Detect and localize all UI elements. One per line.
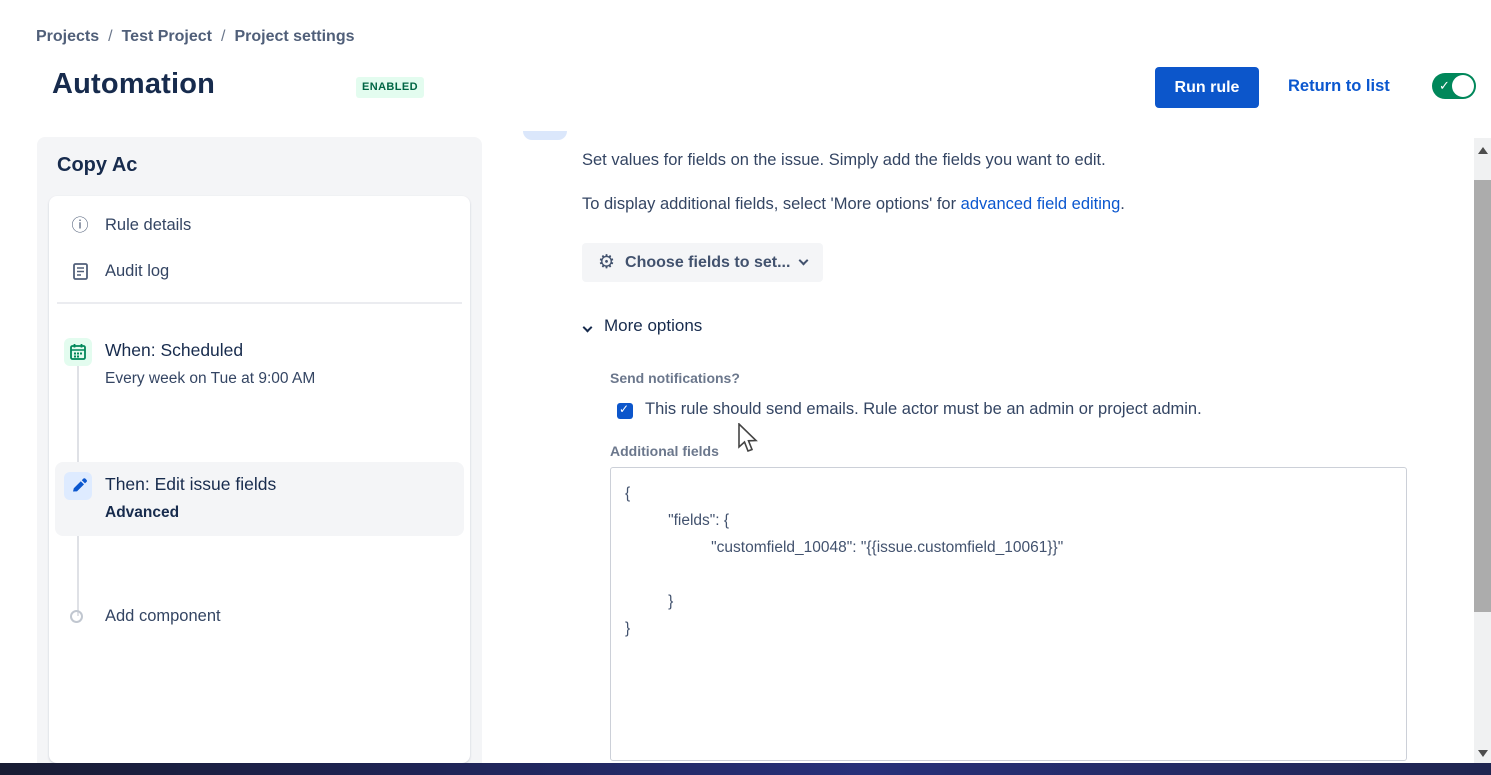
step-subtitle: Every week on Tue at 9:00 AM xyxy=(105,370,315,388)
breadcrumb-projects[interactable]: Projects xyxy=(36,28,99,45)
send-notifications-label: Send notifications? xyxy=(610,370,740,386)
sidebar-item-label: Audit log xyxy=(105,262,169,281)
scrolled-icon-fragment xyxy=(523,131,567,140)
scrollbar-up-arrow[interactable] xyxy=(1478,147,1488,154)
check-icon: ✓ xyxy=(619,402,629,416)
more-info-prefix: To display additional fields, select 'Mo… xyxy=(582,195,961,213)
run-rule-button[interactable]: Run rule xyxy=(1155,67,1259,108)
chevron-down-icon xyxy=(583,322,593,332)
sidebar-item-audit-log[interactable]: Audit log xyxy=(49,252,470,296)
step-connector-line xyxy=(77,366,79,472)
enabled-status-badge: ENABLED xyxy=(356,77,424,98)
mouse-cursor xyxy=(737,423,759,455)
info-icon: ⓘ xyxy=(71,217,89,235)
page-title: Automation xyxy=(52,68,215,101)
more-info-suffix: . xyxy=(1120,195,1125,213)
add-component-circle-icon xyxy=(70,610,83,623)
calendar-icon xyxy=(64,338,92,366)
more-options-toggle[interactable]: More options xyxy=(584,316,702,336)
breadcrumb-test-project[interactable]: Test Project xyxy=(122,28,212,45)
sidebar-item-rule-details[interactable]: ⓘ Rule details xyxy=(49,206,470,250)
choose-fields-dropdown[interactable]: ⚙ Choose fields to set... xyxy=(582,243,823,282)
return-to-list-link[interactable]: Return to list xyxy=(1288,77,1390,96)
rule-sidebar: Copy Ac ⓘ Rule details Audit log When: xyxy=(37,137,482,763)
gear-icon: ⚙ xyxy=(598,253,615,272)
scrollbar-down-arrow[interactable] xyxy=(1478,750,1488,757)
toggle-knob xyxy=(1452,75,1474,97)
taskbar-edge xyxy=(0,763,1491,775)
scrollbar-thumb[interactable] xyxy=(1474,180,1491,612)
add-component-button[interactable]: Add component xyxy=(105,607,221,626)
rule-name: Copy Ac xyxy=(57,154,137,177)
breadcrumb-project-settings[interactable]: Project settings xyxy=(234,28,354,45)
breadcrumb-separator: / xyxy=(108,28,112,45)
more-options-label: More options xyxy=(604,316,702,336)
advanced-field-editing-link[interactable]: advanced field editing xyxy=(961,195,1121,213)
send-emails-checkbox[interactable]: ✓ xyxy=(617,403,633,419)
additional-fields-label: Additional fields xyxy=(610,443,719,459)
additional-fields-textarea[interactable]: { "fields": { "customfield_10048": "{{is… xyxy=(610,467,1407,761)
sidebar-item-label: Rule details xyxy=(105,216,191,235)
divider xyxy=(57,302,462,304)
send-emails-checkbox-label: This rule should send emails. Rule actor… xyxy=(645,400,1202,419)
breadcrumb: Projects / Test Project / Project settings xyxy=(36,28,354,46)
audit-log-icon xyxy=(71,263,89,281)
more-info-text: To display additional fields, select 'Mo… xyxy=(582,195,1125,214)
rule-enabled-toggle[interactable]: ✓ xyxy=(1432,73,1476,99)
check-icon: ✓ xyxy=(1439,78,1450,94)
action-description: Set values for fields on the issue. Simp… xyxy=(582,151,1106,170)
choose-fields-label: Choose fields to set... xyxy=(625,254,790,272)
step-subtitle: Advanced xyxy=(105,504,179,522)
rule-components-card: ⓘ Rule details Audit log When: Scheduled… xyxy=(49,196,470,763)
automation-rule-page: Projects / Test Project / Project settings A… xyxy=(0,0,1491,775)
pencil-icon xyxy=(64,472,92,500)
step-title: When: Scheduled xyxy=(105,340,243,361)
step-title: Then: Edit issue fields xyxy=(105,474,276,495)
chevron-down-icon xyxy=(799,256,809,266)
breadcrumb-separator: / xyxy=(221,28,225,45)
